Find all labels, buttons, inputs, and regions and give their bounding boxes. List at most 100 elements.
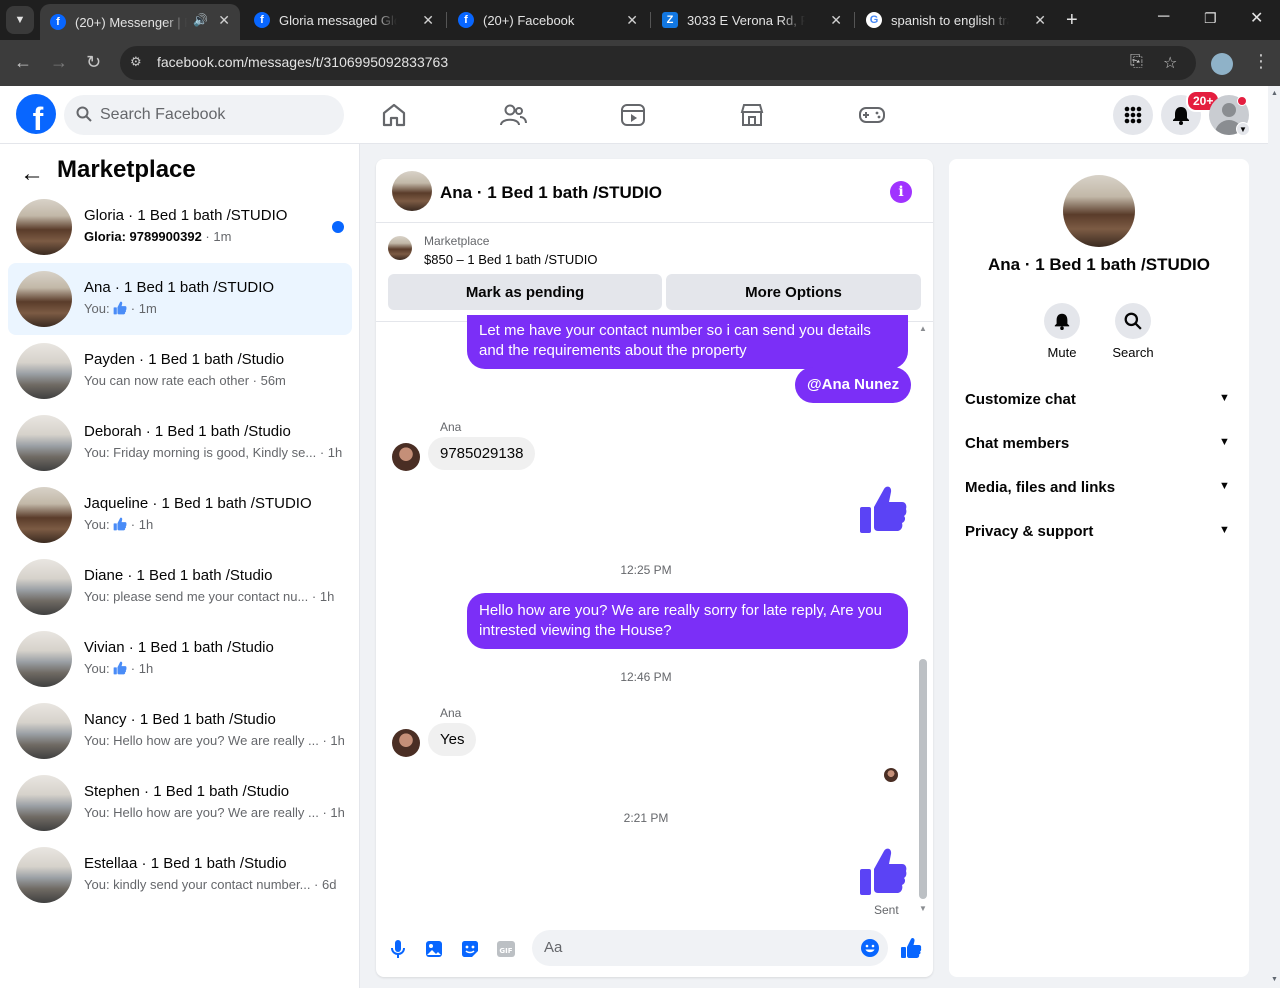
send-like-icon[interactable] (900, 937, 922, 959)
conversation-item[interactable]: Deborah · 1 Bed 1 bath /Studio You: Frida… (8, 407, 352, 479)
close-tab-icon[interactable]: ✕ (422, 12, 434, 29)
conversation-item[interactable]: Vivian · 1 Bed 1 bath /Studio You: · 1h (8, 623, 352, 695)
customize-chat-section[interactable]: Customize chat ▼ (957, 378, 1241, 422)
conversation-thumbnail (16, 775, 72, 831)
chat-title[interactable]: Ana · 1 Bed 1 bath /STUDIO (440, 183, 662, 203)
back-arrow-icon[interactable]: ← (20, 160, 44, 188)
tab-zillow[interactable]: Z 3033 E Verona Rd, Palm Springs ✕ (652, 4, 852, 36)
profile-name[interactable]: Ana · 1 Bed 1 bath /STUDIO (949, 255, 1249, 275)
preview-time: · 1m (201, 229, 232, 244)
mute-button[interactable]: Mute (1032, 303, 1092, 360)
home-icon[interactable] (380, 102, 408, 128)
account-chevron-icon[interactable]: ▼ (1236, 122, 1250, 136)
scroll-up-icon[interactable]: ▲ (1271, 90, 1278, 97)
tab-google[interactable]: G spanish to english translate ✕ (856, 4, 1056, 36)
outgoing-message[interactable]: Let me have your contact number so i can… (467, 315, 908, 369)
gif-icon[interactable]: GIF (496, 939, 516, 959)
incoming-message[interactable]: Yes (428, 723, 477, 756)
emoji-icon[interactable] (860, 938, 880, 958)
chat-avatar[interactable] (392, 171, 432, 211)
privacy-support-section[interactable]: Privacy & support ▼ (957, 510, 1241, 554)
close-tab-icon[interactable]: ✕ (626, 12, 638, 29)
preview-text: You: (84, 517, 114, 532)
conversation-item[interactable]: Payden · 1 Bed 1 bath /Studio You can now… (8, 335, 352, 407)
tab-gloria[interactable]: f Gloria messaged Gloria ✕ (244, 4, 444, 36)
message-input[interactable]: Aa (532, 930, 888, 966)
bookmark-star-icon[interactable]: ☆ (1163, 53, 1177, 73)
conversation-item[interactable]: Diane · 1 Bed 1 bath /Studio You: please … (8, 551, 352, 623)
incoming-message[interactable]: 9785029138 (428, 437, 536, 470)
close-tab-icon[interactable]: ✕ (218, 12, 230, 29)
outgoing-mention-message[interactable]: @Ana Nunez (795, 367, 912, 403)
conversation-item[interactable]: Estellaa · 1 Bed 1 bath /Studio You: kind… (8, 839, 352, 911)
conversation-item[interactable]: Gloria · 1 Bed 1 bath /STUDIO Gloria: 978… (8, 191, 352, 263)
close-tab-icon[interactable]: ✕ (1034, 12, 1046, 29)
profile-avatar[interactable] (1063, 175, 1135, 247)
conversation-item[interactable]: Jaqueline · 1 Bed 1 bath /STUDIO You: · 1… (8, 479, 352, 551)
read-receipt-avatar (884, 768, 898, 782)
search-in-conversation-button[interactable]: Search (1103, 303, 1163, 360)
mark-pending-button[interactable]: Mark as pending (388, 274, 662, 310)
conversation-thumbnail (16, 199, 72, 255)
restore-icon[interactable]: ❐ (1204, 10, 1217, 27)
listing-thumbnail[interactable] (388, 236, 412, 260)
like-thumb-icon[interactable] (858, 845, 908, 897)
scrollbar-thumb[interactable] (919, 659, 927, 899)
conversation-item[interactable]: Nancy · 1 Bed 1 bath /Studio You: Hello h… (8, 695, 352, 767)
tab-facebook[interactable]: f (20+) Facebook ✕ (448, 4, 648, 36)
url-omnibox[interactable]: ⚙ facebook.com/messages/t/31069950928337… (120, 46, 1196, 80)
browser-menu-icon[interactable]: ⋮ (1252, 51, 1270, 72)
gaming-icon[interactable] (858, 102, 886, 128)
photo-icon[interactable] (424, 939, 444, 959)
search-icon (76, 106, 92, 122)
sender-avatar[interactable] (392, 729, 420, 757)
media-files-links-section[interactable]: Media, files and links ▼ (957, 466, 1241, 510)
more-options-button[interactable]: More Options (666, 274, 921, 310)
install-app-icon[interactable]: ⎘ (1130, 53, 1143, 71)
friends-icon[interactable] (499, 102, 527, 128)
microphone-icon[interactable] (388, 939, 408, 959)
sticker-icon[interactable] (460, 939, 480, 959)
facebook-logo-icon[interactable]: f (16, 94, 56, 134)
account-alert-dot (1237, 96, 1247, 106)
sender-avatar[interactable] (392, 443, 420, 471)
scroll-down-icon[interactable]: ▼ (1271, 976, 1278, 983)
preview-time: · 1h (308, 589, 335, 604)
conversation-item[interactable]: Ana · 1 Bed 1 bath /STUDIO You: · 1m (8, 263, 352, 335)
outgoing-message[interactable]: Hello how are you? We are really sorry f… (467, 593, 908, 649)
listing-description[interactable]: $850 – 1 Bed 1 bath /STUDIO (424, 252, 597, 267)
mute-label: Mute (1047, 345, 1077, 360)
scroll-down-icon[interactable]: ▼ (919, 904, 927, 913)
browser-profile-avatar[interactable] (1211, 53, 1233, 75)
back-icon[interactable]: ← (14, 52, 32, 73)
site-info-icon[interactable]: ⚙ (130, 54, 148, 72)
scroll-up-icon[interactable]: ▲ (919, 324, 927, 333)
window-close-icon[interactable]: ✕ (1250, 8, 1263, 28)
chat-members-section[interactable]: Chat members ▼ (957, 422, 1241, 466)
conversation-preview: You: · 1h (84, 517, 153, 532)
chat-scrollbar[interactable] (919, 329, 927, 899)
forward-icon[interactable]: → (50, 52, 68, 73)
conversation-item[interactable]: Stephen · 1 Bed 1 bath /Studio You: Hello… (8, 767, 352, 839)
facebook-search-box[interactable]: Search Facebook (64, 95, 344, 135)
new-tab-icon[interactable]: + (1066, 9, 1078, 32)
google-favicon-icon: G (866, 12, 882, 28)
video-icon[interactable] (619, 102, 647, 128)
marketplace-icon[interactable] (738, 102, 766, 128)
minimize-icon[interactable]: ─ (1158, 8, 1169, 26)
speaker-icon[interactable]: 🔊 (193, 13, 208, 27)
conversation-name: Vivian · 1 Bed 1 bath /Studio (84, 639, 274, 656)
tab-messenger[interactable]: f (20+) Messenger | Facebook 🔊 ✕ (40, 4, 240, 40)
tab-search-button[interactable]: ▼ (6, 6, 34, 34)
unread-indicator (332, 221, 344, 233)
page-scrollbar[interactable]: ▲ ▼ (1268, 86, 1280, 988)
info-icon[interactable]: i (890, 181, 912, 203)
marketplace-listing-card: Marketplace $850 – 1 Bed 1 bath /STUDIO … (376, 224, 933, 322)
like-thumb-icon[interactable] (858, 483, 908, 535)
preview-text: You: please send me your contact nu... (84, 589, 309, 604)
message-thread: Let me have your contact number so i can… (376, 315, 933, 917)
url-text[interactable]: facebook.com/messages/t/3106995092833763 (157, 54, 448, 70)
menu-grid-button[interactable] (1113, 95, 1153, 135)
close-tab-icon[interactable]: ✕ (830, 12, 842, 29)
reload-icon[interactable]: ↻ (86, 52, 101, 73)
